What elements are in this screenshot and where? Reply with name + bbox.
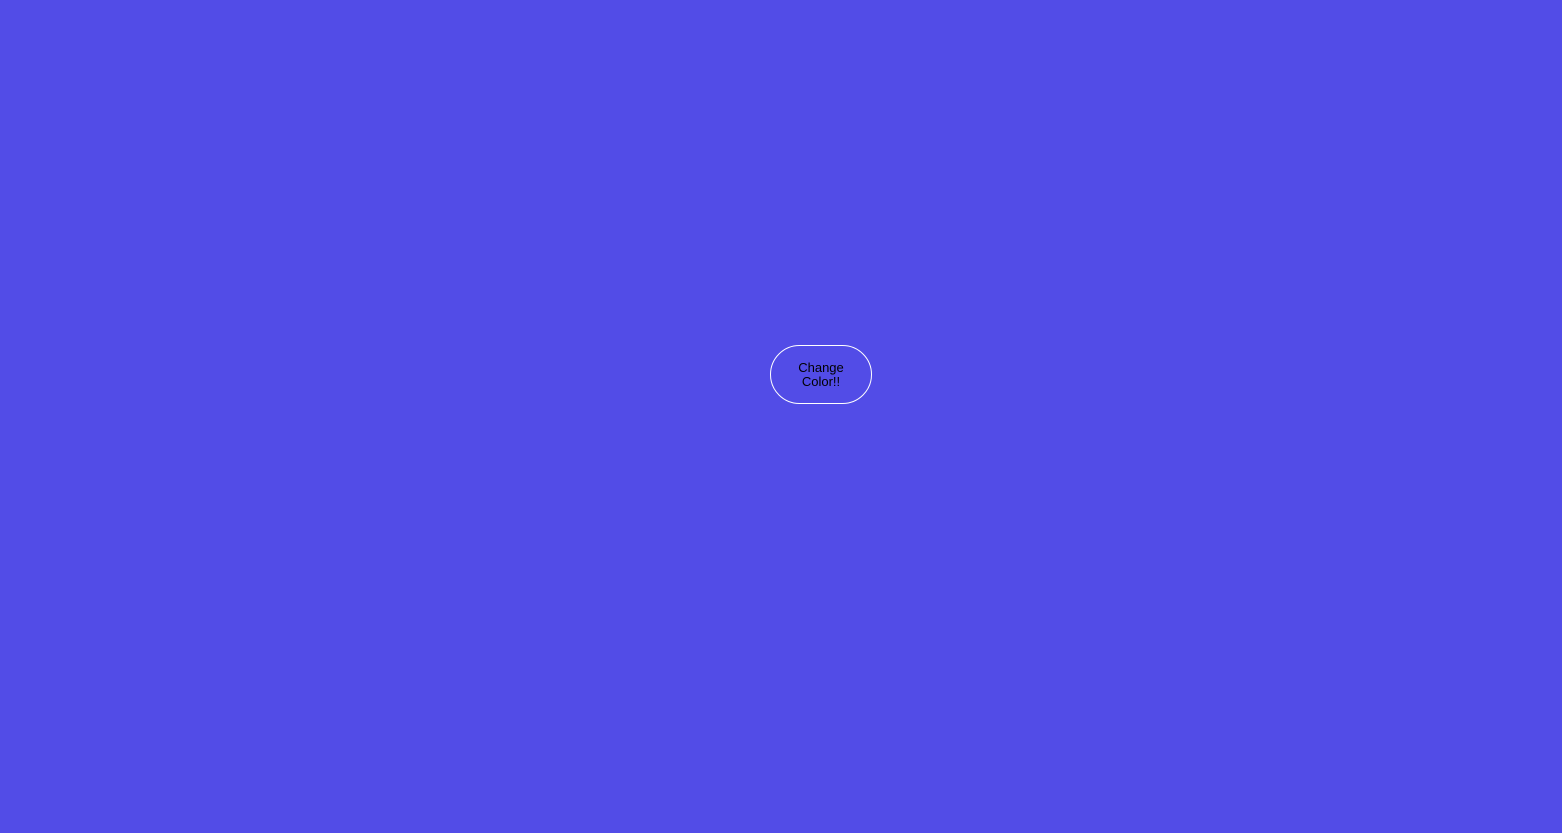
change-color-button[interactable]: Change Color!! [770,345,872,404]
color-page: Change Color!! [0,0,1562,833]
